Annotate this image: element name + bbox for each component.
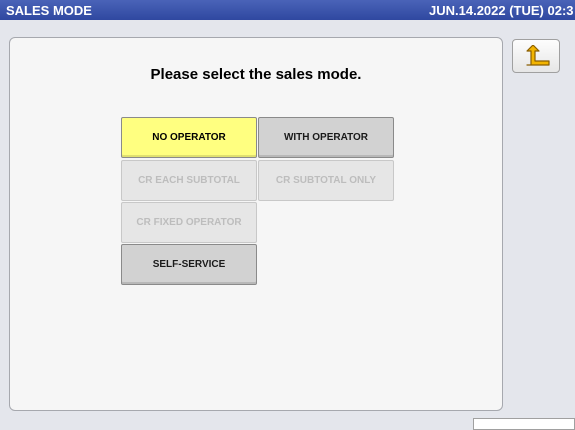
- cr-fixed-operator-button: CR FIXED OPERATOR: [121, 202, 257, 243]
- no-operator-button[interactable]: NO OPERATOR: [121, 117, 257, 158]
- return-arrow-icon: [526, 45, 550, 66]
- cr-subtotal-only-button: CR SUBTOTAL ONLY: [258, 160, 394, 201]
- prompt-text: Please select the sales mode.: [150, 66, 362, 83]
- screen-title: SALES MODE: [6, 3, 92, 18]
- with-operator-button[interactable]: WITH OPERATOR: [258, 117, 394, 158]
- back-button[interactable]: [512, 39, 560, 73]
- sales-mode-panel: Please select the sales mode. NO OPERATO…: [9, 37, 503, 411]
- cr-each-subtotal-button: CR EACH SUBTOTAL: [121, 160, 257, 201]
- date-time-display: JUN.14.2022 (TUE) 02:3: [429, 3, 574, 18]
- status-box: [473, 418, 575, 430]
- title-bar: SALES MODE JUN.14.2022 (TUE) 02:3: [0, 0, 575, 20]
- self-service-button[interactable]: SELF-SERVICE: [121, 244, 257, 285]
